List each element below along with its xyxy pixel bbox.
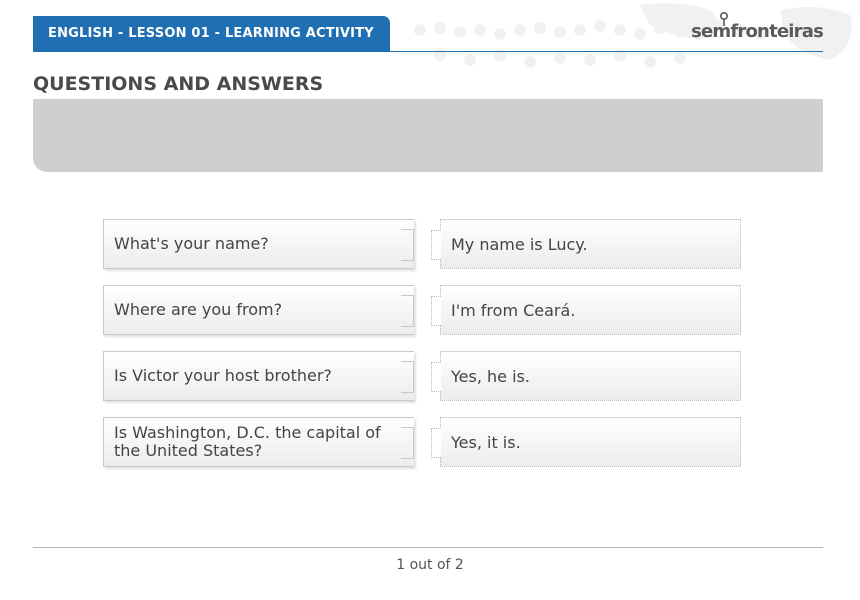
answer-connector xyxy=(431,362,441,392)
answer-text: Yes, he is. xyxy=(451,366,530,386)
qa-pair: Is Washington, D.C. the capital of the U… xyxy=(103,417,743,467)
page-indicator: 1 out of 2 xyxy=(0,557,860,573)
answer-connector xyxy=(431,230,441,260)
section-title: QUESTIONS AND ANSWERS xyxy=(33,73,324,95)
activity-title: ENGLISH - LESSON 01 - LEARNING ACTIVITY xyxy=(33,16,390,52)
answer-connector xyxy=(431,428,441,458)
world-map-icon xyxy=(414,3,852,68)
qa-pair: Where are you from? I'm from Ceará. xyxy=(103,285,743,335)
answer-card[interactable]: I'm from Ceará. xyxy=(431,285,741,335)
qa-pair: Is Victor your host brother? Yes, he is. xyxy=(103,351,743,401)
answer-card[interactable]: Yes, it is. xyxy=(431,417,741,467)
answer-text: Yes, it is. xyxy=(451,432,521,452)
answer-card[interactable]: Yes, he is. xyxy=(431,351,741,401)
answer-connector xyxy=(431,296,441,326)
semfronteiras-logo: semfronteiras xyxy=(691,12,824,44)
question-card[interactable]: What's your name? xyxy=(103,219,414,269)
page-total: 2 xyxy=(454,557,464,573)
question-connector xyxy=(401,229,414,261)
question-connector xyxy=(401,427,414,459)
qa-pair: What's your name? My name is Lucy. xyxy=(103,219,743,269)
instruction-panel xyxy=(33,99,823,172)
map-pin-icon xyxy=(720,12,729,26)
question-card[interactable]: Where are you from? xyxy=(103,285,414,335)
page-separator: out of xyxy=(409,557,451,573)
footer-divider xyxy=(33,547,823,548)
logo-text: semfronteiras xyxy=(691,21,824,42)
answer-text: I'm from Ceará. xyxy=(451,300,576,320)
answer-card[interactable]: My name is Lucy. xyxy=(431,219,741,269)
page-current: 1 xyxy=(396,557,406,573)
question-connector xyxy=(401,361,414,393)
question-card[interactable]: Is Victor your host brother? xyxy=(103,351,414,401)
answer-text: My name is Lucy. xyxy=(451,234,588,254)
question-card[interactable]: Is Washington, D.C. the capital of the U… xyxy=(103,417,414,467)
question-connector xyxy=(401,295,414,327)
header-divider xyxy=(33,51,823,52)
